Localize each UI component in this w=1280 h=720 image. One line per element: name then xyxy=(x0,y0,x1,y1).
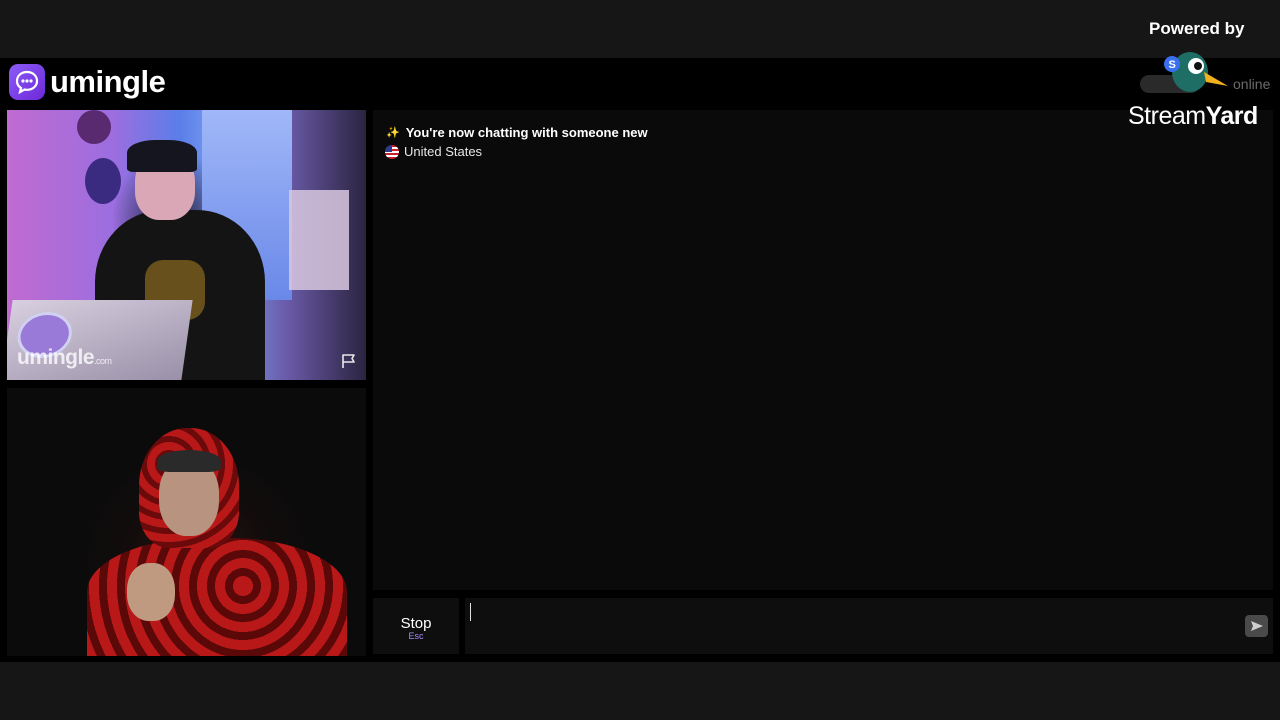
send-icon xyxy=(1250,621,1263,631)
brand-name[interactable]: umingle xyxy=(50,64,166,100)
powered-by-label: Powered by xyxy=(1149,19,1245,38)
streamyard-logo: StreamYard xyxy=(1128,102,1258,131)
chat-bubble-logo-icon[interactable] xyxy=(9,64,45,100)
wall-record-decor xyxy=(77,110,111,144)
system-message-text: You're now chatting with someone new xyxy=(405,125,648,140)
stream-bottom-band xyxy=(0,662,1280,720)
remote-video: umingle.com xyxy=(7,110,366,380)
background-shelf xyxy=(289,190,349,290)
streamyard-duck-logo-icon: S xyxy=(1160,46,1230,98)
local-person xyxy=(87,428,347,656)
location-text: United States xyxy=(404,144,483,159)
remote-person-cap xyxy=(127,140,197,172)
video-watermark: umingle.com xyxy=(17,346,112,370)
send-button[interactable] xyxy=(1245,615,1268,637)
local-person-beanie xyxy=(157,450,221,472)
stop-button[interactable]: Stop Esc xyxy=(373,598,459,654)
local-person-hand xyxy=(127,563,175,621)
stream-top-band xyxy=(0,0,1280,58)
location-message: United States xyxy=(385,144,482,159)
header: umingle online xyxy=(0,58,1280,108)
local-person-hoodie xyxy=(87,538,347,656)
message-input[interactable] xyxy=(465,598,1273,654)
stop-shortcut-hint: Esc xyxy=(408,631,424,641)
text-caret xyxy=(470,603,471,621)
sparkles-icon: ✨ xyxy=(386,127,400,139)
us-flag-icon xyxy=(385,144,399,159)
chat-log: ✨ You're now chatting with someone new U… xyxy=(373,110,1273,590)
umingle-app: umingle online umingle.com ✨ You're now … xyxy=(0,58,1280,662)
stop-button-label: Stop xyxy=(400,615,432,632)
local-video xyxy=(7,388,366,656)
report-flag-icon[interactable] xyxy=(340,352,358,370)
system-message: ✨ You're now chatting with someone new xyxy=(386,125,648,140)
watermark-text: umingle xyxy=(17,346,95,369)
svg-text:S: S xyxy=(1169,59,1176,71)
watermark-suffix: .com xyxy=(94,356,112,366)
streamyard-logo-thin: Stream xyxy=(1128,102,1206,130)
streamyard-logo-bold: Yard xyxy=(1205,102,1259,130)
online-label: online xyxy=(1233,76,1271,92)
